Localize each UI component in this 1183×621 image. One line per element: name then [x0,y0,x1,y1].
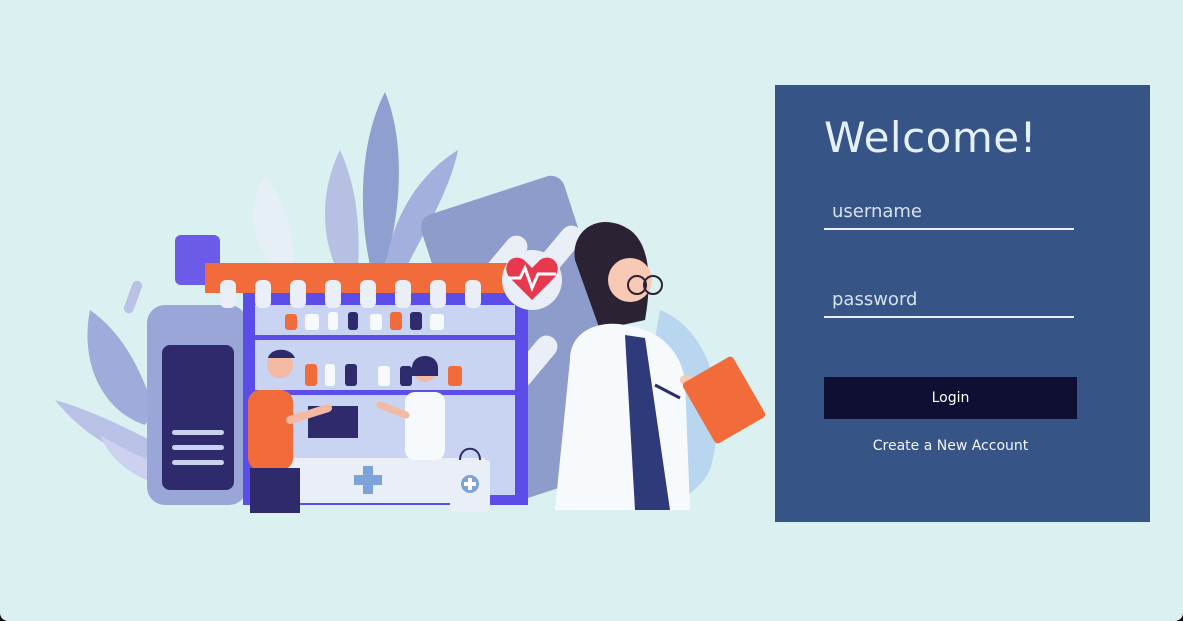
username-input[interactable] [824,194,1074,230]
login-button[interactable]: Login [824,377,1077,419]
doctor-figure [555,221,766,510]
login-panel: Welcome! Login Create a New Account [775,85,1150,522]
welcome-title: Welcome! [824,113,1037,162]
password-input[interactable] [824,282,1074,318]
pharmacy-illustration [55,92,766,513]
login-window: Welcome! Login Create a New Account [0,0,1183,621]
heart-pulse-icon [502,250,562,310]
create-account-link[interactable]: Create a New Account [824,438,1077,454]
